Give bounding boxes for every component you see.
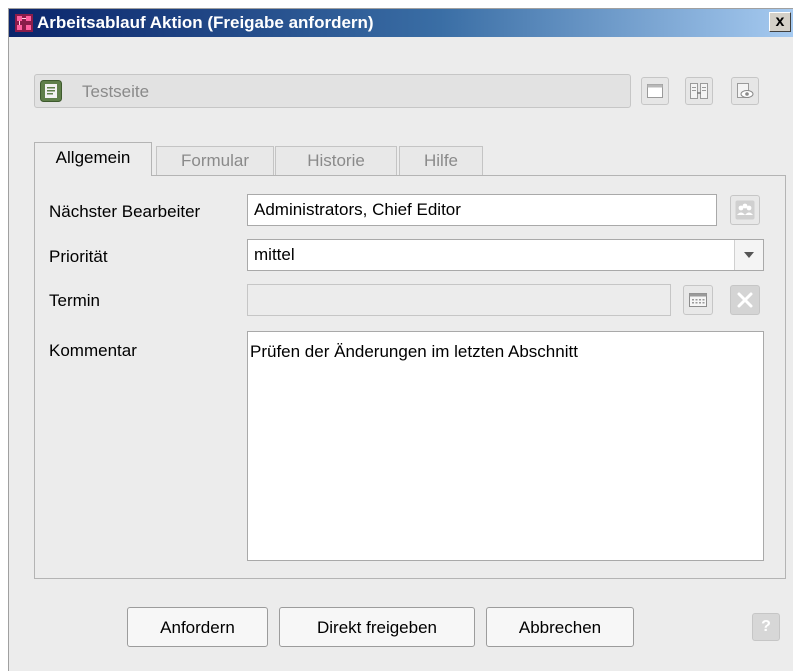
calendar-icon	[689, 293, 707, 307]
comment-label: Kommentar	[49, 341, 137, 360]
deadline-field[interactable]	[247, 284, 671, 316]
chevron-down-icon[interactable]	[734, 240, 763, 270]
tab-historie[interactable]: Historie	[275, 146, 397, 175]
workflow-icon	[15, 14, 33, 32]
tab-hilfe[interactable]: Hilfe	[399, 146, 483, 175]
group-icon	[735, 200, 755, 220]
dialog-window: Arbeitsablauf Aktion (Freigabe anfordern…	[8, 8, 793, 671]
priority-label: Priorität	[49, 247, 108, 266]
compare-icon	[690, 83, 708, 99]
close-button[interactable]: x	[769, 12, 791, 32]
priority-value: mittel	[254, 245, 295, 264]
calendar-button[interactable]	[683, 285, 713, 315]
comment-textarea[interactable]: Prüfen der Änderungen im letzten Abschni…	[247, 331, 764, 561]
window-title: Arbeitsablauf Aktion (Freigabe anfordern…	[37, 13, 374, 32]
request-button[interactable]: Anfordern	[127, 607, 268, 647]
object-field: Testseite	[34, 74, 631, 108]
cancel-button[interactable]: Abbrechen	[486, 607, 634, 647]
open-window-button[interactable]	[641, 77, 669, 105]
window-icon	[647, 84, 663, 98]
tab-formular[interactable]: Formular	[156, 146, 274, 175]
page-document-icon	[40, 80, 62, 102]
clear-deadline-button[interactable]	[730, 285, 760, 315]
next-editor-field[interactable]: Administrators, Chief Editor	[247, 194, 717, 226]
title-bar[interactable]: Arbeitsablauf Aktion (Freigabe anfordern…	[9, 9, 793, 37]
clear-x-icon	[737, 292, 753, 308]
next-editor-label: Nächster Bearbeiter	[49, 202, 201, 221]
object-name: Testseite	[82, 82, 150, 101]
help-button[interactable]: ?	[752, 613, 780, 641]
preview-button[interactable]	[731, 77, 759, 105]
preview-icon	[737, 83, 754, 98]
select-editor-button[interactable]	[730, 195, 760, 225]
tab-allgemein[interactable]: Allgemein	[34, 142, 152, 176]
direct-release-button[interactable]: Direkt freigeben	[279, 607, 475, 647]
priority-select[interactable]: mittel	[247, 239, 764, 271]
deadline-label: Termin	[49, 291, 101, 310]
compare-button[interactable]	[685, 77, 713, 105]
